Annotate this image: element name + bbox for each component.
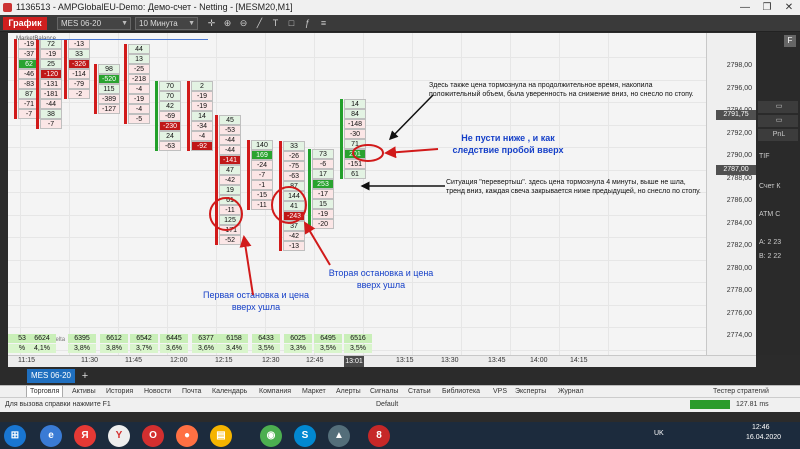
time-label: 12:15: [215, 357, 233, 364]
tif-label[interactable]: TIF: [759, 153, 770, 160]
price-label: 2790,00: [726, 152, 752, 159]
panel-button-1[interactable]: ▭: [758, 101, 798, 113]
chrome-icon[interactable]: ◉: [260, 425, 282, 447]
arrow-dont-let-down: [384, 146, 439, 159]
text-tool-icon[interactable]: T: [270, 18, 281, 29]
account-label[interactable]: Счет К: [759, 183, 781, 190]
chart-tab-button[interactable]: График: [3, 17, 47, 30]
time-label: 11:45: [125, 357, 142, 364]
taskbar: ⊞ e Я Y O ● ▤ ◉ S ▲ 8 UK 12:46 16.04.202…: [0, 422, 800, 449]
arrow-first-stop: [239, 235, 254, 296]
zoom-out-icon[interactable]: ⊖: [238, 18, 249, 29]
price-label: 2776,00: [726, 309, 752, 317]
terminal-window: 1136513 - AMPGlobalEU-Demo: Демо-счет - …: [0, 0, 800, 449]
bottom-tabs: Торговля Активы История Новости Почта Календа…: [0, 385, 800, 398]
minimize-button[interactable]: —: [734, 0, 756, 15]
title-bar: 1136513 - AMPGlobalEU-Demo: Демо-счет - …: [0, 0, 800, 15]
time-label: 13:45: [488, 357, 506, 364]
symbol-select-value: MES 06-20: [61, 19, 102, 28]
yandex-browser-icon[interactable]: Y: [108, 425, 130, 447]
yandex-icon[interactable]: Я: [74, 425, 96, 447]
trade-panel: F ▭ ▭ PnL TIF Счет К ATM C A: 2 23 B: 2 …: [756, 33, 800, 355]
arrow-second-stop: [303, 221, 331, 266]
symbol-select[interactable]: MES 06-20 ▼: [57, 17, 131, 30]
symbol-tab-bar: MES 06-20 +: [0, 367, 800, 385]
time-label: 12:00: [170, 357, 188, 364]
price-label: 2782,00: [726, 242, 752, 249]
time-label: 13:15: [396, 357, 414, 364]
status-profile: Default: [376, 401, 399, 408]
indicators-icon[interactable]: ƒ: [302, 18, 313, 29]
skype-icon[interactable]: S: [294, 425, 316, 447]
time-axis[interactable]: 11:15 11:30 11:45 12:00 12:15 12:30 12:45 13:01…: [8, 355, 756, 367]
ie-icon[interactable]: e: [40, 425, 62, 447]
highlight-ellipse-first: [209, 197, 243, 231]
explorer-icon[interactable]: ▤: [210, 425, 232, 447]
bid-price-tag: 2787,00: [716, 165, 756, 175]
price-label: 2784,00: [726, 219, 752, 227]
time-label: 14:15: [570, 357, 588, 364]
price-label: 2798,00: [726, 62, 752, 69]
panel-button-2[interactable]: ▭: [758, 115, 798, 127]
connection-indicator: [690, 400, 730, 409]
time-label: 11:30: [81, 357, 98, 364]
last-price-tag: 2791,75: [716, 110, 756, 120]
maximize-button[interactable]: ❐: [756, 0, 778, 15]
app-icon: [3, 3, 12, 12]
time-label: 12:30: [262, 357, 280, 364]
window-title: 1136513 - AMPGlobalEU-Demo: Демо-счет - …: [16, 2, 293, 12]
opera-icon[interactable]: O: [142, 425, 164, 447]
time-label: 12:45: [306, 357, 324, 364]
cluster-icon[interactable]: 8: [368, 425, 390, 447]
shapes-icon[interactable]: □: [286, 18, 297, 29]
chevron-down-icon: ▼: [188, 20, 195, 27]
highlight-ellipse-second: [271, 186, 307, 224]
price-label: 2786,00: [726, 197, 752, 204]
time-label: 13:30: [441, 357, 459, 364]
price-label: 2778,00: [726, 287, 752, 294]
pnl-button[interactable]: PnL: [758, 129, 798, 141]
close-button[interactable]: ✕: [778, 0, 800, 15]
price-label: 2792,00: [726, 129, 752, 137]
templates-icon[interactable]: ≡: [318, 18, 329, 29]
annotation-arrows: [209, 94, 445, 296]
price-axis[interactable]: 2798,002796,002794,002792,002790,002788,…: [706, 33, 756, 362]
zoom-in-icon[interactable]: ⊕: [222, 18, 233, 29]
status-bar: Для вызова справки нажмите F1 Default 12…: [0, 397, 800, 412]
timeframe-select[interactable]: 10 Минута ▼: [135, 17, 198, 30]
price-label: 2796,00: [726, 84, 752, 92]
add-symbol-button[interactable]: +: [79, 370, 91, 382]
start-icon[interactable]: ⊞: [4, 425, 26, 447]
f-button[interactable]: F: [784, 35, 796, 47]
firefox-icon[interactable]: ●: [176, 425, 198, 447]
price-label: 2780,00: [726, 264, 752, 272]
terminal-icon[interactable]: ▲: [328, 425, 350, 447]
arrow-top-note: [388, 94, 434, 141]
time-label: 14:00: [530, 357, 548, 364]
clock-time: 12:46: [752, 424, 770, 431]
clock-date: 16.04.2020: [746, 434, 782, 441]
status-traffic: 127.81 ms: [736, 401, 769, 408]
bid-label: B: 2 22: [759, 253, 782, 260]
footprint-chart[interactable]: -19 -37 62 -46 -83 87 -71 -7 72 -19 25 -120 -131 -181…: [8, 33, 706, 355]
symbol-tab[interactable]: MES 06-20: [27, 369, 75, 383]
timeframe-select-value: 10 Минута: [139, 19, 178, 28]
crosshair-icon[interactable]: ✛: [206, 18, 217, 29]
price-label: 2774,00: [726, 332, 752, 339]
line-tool-icon[interactable]: ╱: [254, 18, 265, 29]
language-indicator[interactable]: UK: [654, 430, 664, 437]
atm-label[interactable]: ATM C: [759, 211, 780, 218]
price-label: 2788,00: [726, 174, 752, 182]
status-help: Для вызова справки нажмите F1: [5, 401, 111, 408]
ask-label: A: 2 23: [759, 239, 782, 246]
time-label: 11:15: [18, 357, 35, 364]
current-time-marker: 13:01: [344, 356, 364, 367]
chevron-down-icon: ▼: [121, 20, 128, 27]
toolbar: График MES 06-20 ▼ 10 Минута ▼ ✛ ⊕ ⊖ ╱ T □…: [0, 15, 800, 32]
highlight-ellipse-top: [352, 144, 384, 162]
